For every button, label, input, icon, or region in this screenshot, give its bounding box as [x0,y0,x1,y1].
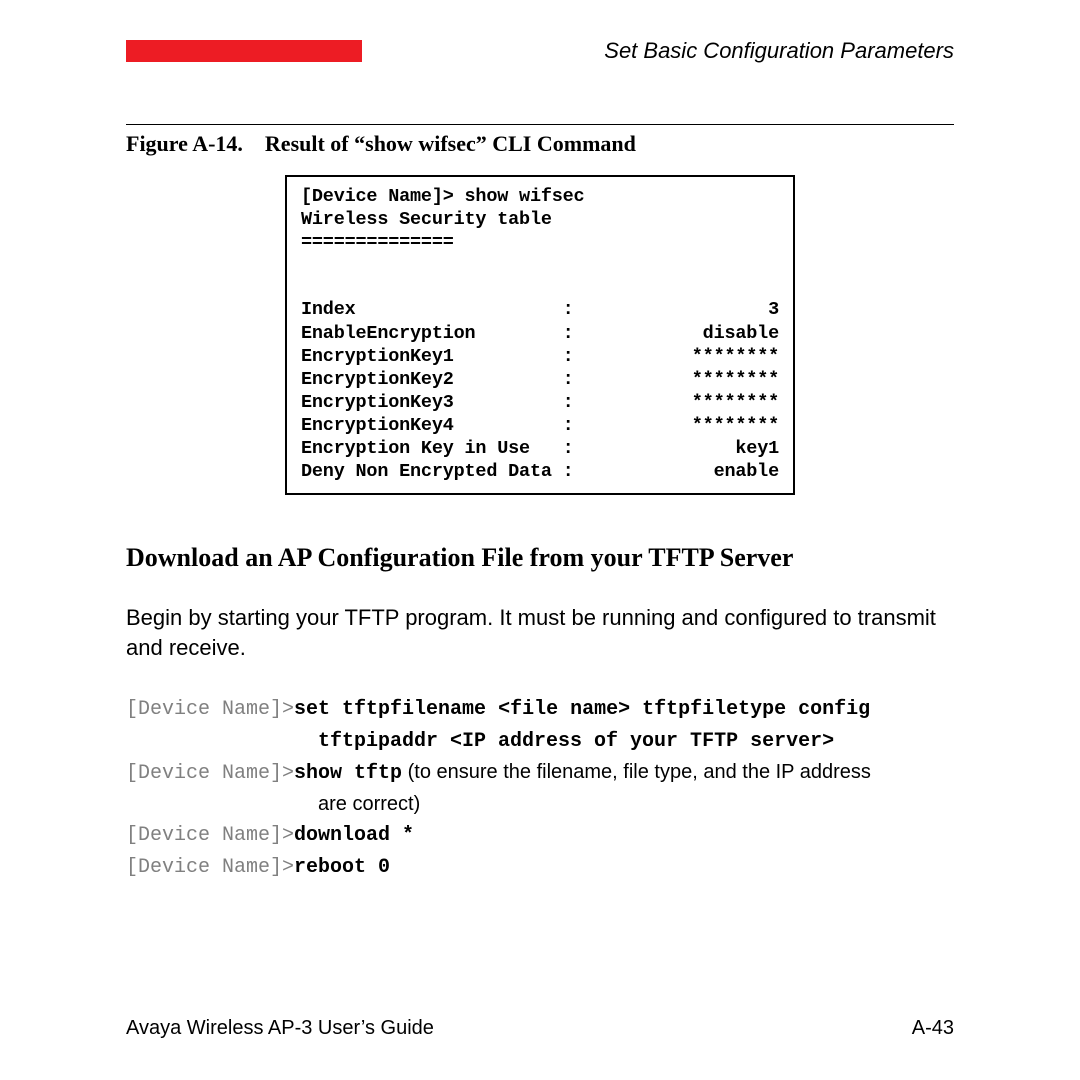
cli-key: Encryption Key in Use : [301,437,574,460]
command-listing: [Device Name]>set tftpfilename <file nam… [126,693,954,883]
page-footer: Avaya Wireless AP-3 User’s Guide A-43 [126,1017,954,1040]
cli-key: EncryptionKey2 : [301,368,574,391]
cli-row: EncryptionKey1 : ******** [301,345,779,368]
cli-row: EncryptionKey2 : ******** [301,368,779,391]
cli-value: ******** [692,391,779,414]
cli-command: show tftp [294,762,402,785]
cli-row: EncryptionKey3 : ******** [301,391,779,414]
cli-row: Index : 3 [301,298,779,321]
cli-value: ******** [692,368,779,391]
brand-accent-bar [126,40,362,62]
cli-key: EnableEncryption : [301,322,574,345]
cli-value: ******** [692,414,779,437]
cli-explanation: (to ensure the filename, file type, and … [402,761,871,783]
cli-value: ******** [692,345,779,368]
cli-blank [301,276,779,298]
footer-left: Avaya Wireless AP-3 User’s Guide [126,1017,434,1040]
cli-prompt: [Device Name]> [126,824,294,847]
cli-key: EncryptionKey3 : [301,391,574,414]
cli-line: ============== [301,231,779,254]
cli-command: reboot 0 [294,856,390,879]
cli-table: Index :3EnableEncryption :disableEncrypt… [301,298,779,483]
page-header: Set Basic Configuration Parameters [126,38,954,64]
cli-output-box: [Device Name]> show wifsec Wireless Secu… [285,175,795,495]
cli-row: EncryptionKey4 : ******** [301,414,779,437]
figure-caption: Figure A-14. Result of “show wifsec” CLI… [126,131,954,157]
footer-right: A-43 [912,1017,954,1040]
cli-key: Index : [301,298,574,321]
cli-row: Encryption Key in Use : key1 [301,437,779,460]
cli-key: EncryptionKey1 : [301,345,574,368]
cli-row: Deny Non Encrypted Data : enable [301,460,779,483]
cli-value: disable [703,322,779,345]
cli-blank [301,254,779,276]
cli-command: set tftpfilename <file name> tftpfiletyp… [294,698,870,721]
cli-value: 3 [768,298,779,321]
section-heading: Download an AP Configuration File from y… [126,543,954,573]
figure-rule [126,124,954,125]
cli-line: Wireless Security table [301,208,779,231]
cli-explanation: are correct) [318,793,420,815]
cli-prompt: [Device Name]> [126,698,294,721]
cli-row: EnableEncryption : disable [301,322,779,345]
cli-prompt: [Device Name]> [126,856,294,879]
cli-command: tftpipaddr <IP address of your TFTP serv… [318,730,834,753]
cli-value: enable [714,460,779,483]
figure-title: Result of “show wifsec” CLI Command [265,131,636,156]
body-paragraph: Begin by starting your TFTP program. It … [126,603,954,662]
section-title: Set Basic Configuration Parameters [604,38,954,64]
cli-key: EncryptionKey4 : [301,414,574,437]
cli-line: [Device Name]> show wifsec [301,185,779,208]
figure-label: Figure A-14. [126,131,243,156]
cli-command: download * [294,824,414,847]
cli-prompt: [Device Name]> [126,762,294,785]
cli-value: key1 [735,437,779,460]
cli-key: Deny Non Encrypted Data : [301,460,574,483]
